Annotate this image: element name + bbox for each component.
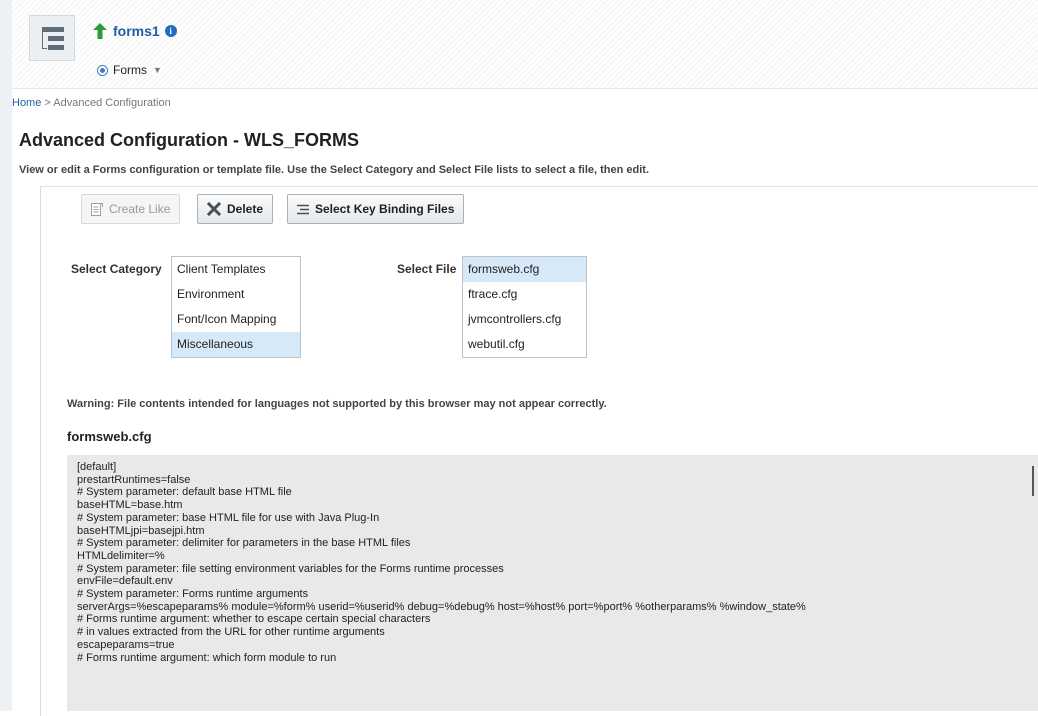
delete-button[interactable]: Delete <box>197 194 274 224</box>
file-option-selected[interactable]: formsweb.cfg <box>463 257 586 282</box>
editor-line: # Forms runtime argument: which form mod… <box>77 651 337 664</box>
category-option[interactable]: Environment <box>172 282 300 307</box>
file-option[interactable]: ftrace.cfg <box>463 282 586 307</box>
target-navigator-icon[interactable] <box>29 15 75 61</box>
editor-line: baseHTML=base.htm <box>77 499 183 512</box>
forms-menu-label: Forms <box>113 63 147 77</box>
target-title: forms1 i <box>93 21 177 41</box>
breadcrumb-separator: > <box>44 97 51 109</box>
list-icon <box>297 204 309 214</box>
editor-line: HTMLdelimiter=% <box>77 549 165 562</box>
breadcrumb-home-link[interactable]: Home <box>12 97 41 109</box>
editor-line: serverArgs=%escapeparams% module=%form% … <box>77 600 806 613</box>
x-icon <box>207 202 221 216</box>
category-listbox[interactable]: Client Templates Environment Font/Icon M… <box>171 256 301 358</box>
page-title: Advanced Configuration - WLS_FORMS <box>19 130 359 150</box>
file-option[interactable]: webutil.cfg <box>463 332 586 357</box>
chevron-down-icon: ▼ <box>153 65 162 75</box>
delete-label: Delete <box>227 202 264 216</box>
file-contents-editor[interactable]: [default] prestartRuntimes=false # Syste… <box>67 455 1038 711</box>
left-panel-strip <box>0 0 12 711</box>
info-icon[interactable]: i <box>164 25 177 37</box>
editor-line: # System parameter: Forms runtime argume… <box>77 588 309 601</box>
editor-line: escapeparams=true <box>77 638 175 651</box>
create-like-button[interactable]: Create Like <box>81 194 181 224</box>
file-listbox[interactable]: formsweb.cfg ftrace.cfg jvmcontrollers.c… <box>462 256 587 358</box>
editor-line: # System parameter: file setting environ… <box>77 562 504 575</box>
page-header: forms1 i Forms ▼ <box>12 0 1038 89</box>
file-option[interactable]: jvmcontrollers.cfg <box>463 307 586 332</box>
up-arrow-icon <box>93 23 107 39</box>
target-name[interactable]: forms1 <box>113 23 160 39</box>
forms-target-icon <box>97 64 108 76</box>
forms-menu[interactable]: Forms ▼ <box>97 63 162 77</box>
editor-line: prestartRuntimes=false <box>77 473 191 486</box>
encoding-warning: Warning: File contents intended for lang… <box>67 398 607 410</box>
copy-icon <box>91 202 103 216</box>
page-instructions: View or edit a Forms configuration or te… <box>19 164 650 176</box>
editor-line: # Forms runtime argument: whether to esc… <box>77 613 431 626</box>
breadcrumb: Home > Advanced Configuration <box>12 97 171 109</box>
breadcrumb-current: Advanced Configuration <box>53 97 171 109</box>
category-option[interactable]: Font/Icon Mapping <box>172 307 300 332</box>
editor-scrollbar[interactable] <box>1032 466 1034 496</box>
editor-line: # System parameter: delimiter for parame… <box>77 537 411 550</box>
category-option[interactable]: Client Templates <box>172 257 300 282</box>
create-like-label: Create Like <box>109 202 171 216</box>
editor-line: baseHTMLjpi=basejpi.htm <box>77 524 205 537</box>
editor-line: [default] <box>77 461 117 473</box>
editor-line: # in values extracted from the URL for o… <box>77 626 385 639</box>
select-key-binding-files-button[interactable]: Select Key Binding Files <box>287 194 465 224</box>
select-category-label: Select Category <box>71 262 162 276</box>
editor-line: # System parameter: base HTML file for u… <box>77 511 380 524</box>
select-key-binding-files-label: Select Key Binding Files <box>315 202 455 216</box>
category-option-selected[interactable]: Miscellaneous <box>172 332 300 357</box>
file-title: formsweb.cfg <box>67 429 152 444</box>
select-file-label: Select File <box>397 262 457 276</box>
editor-line: # System parameter: default base HTML fi… <box>77 486 292 499</box>
editor-line: envFile=default.env <box>77 575 173 588</box>
